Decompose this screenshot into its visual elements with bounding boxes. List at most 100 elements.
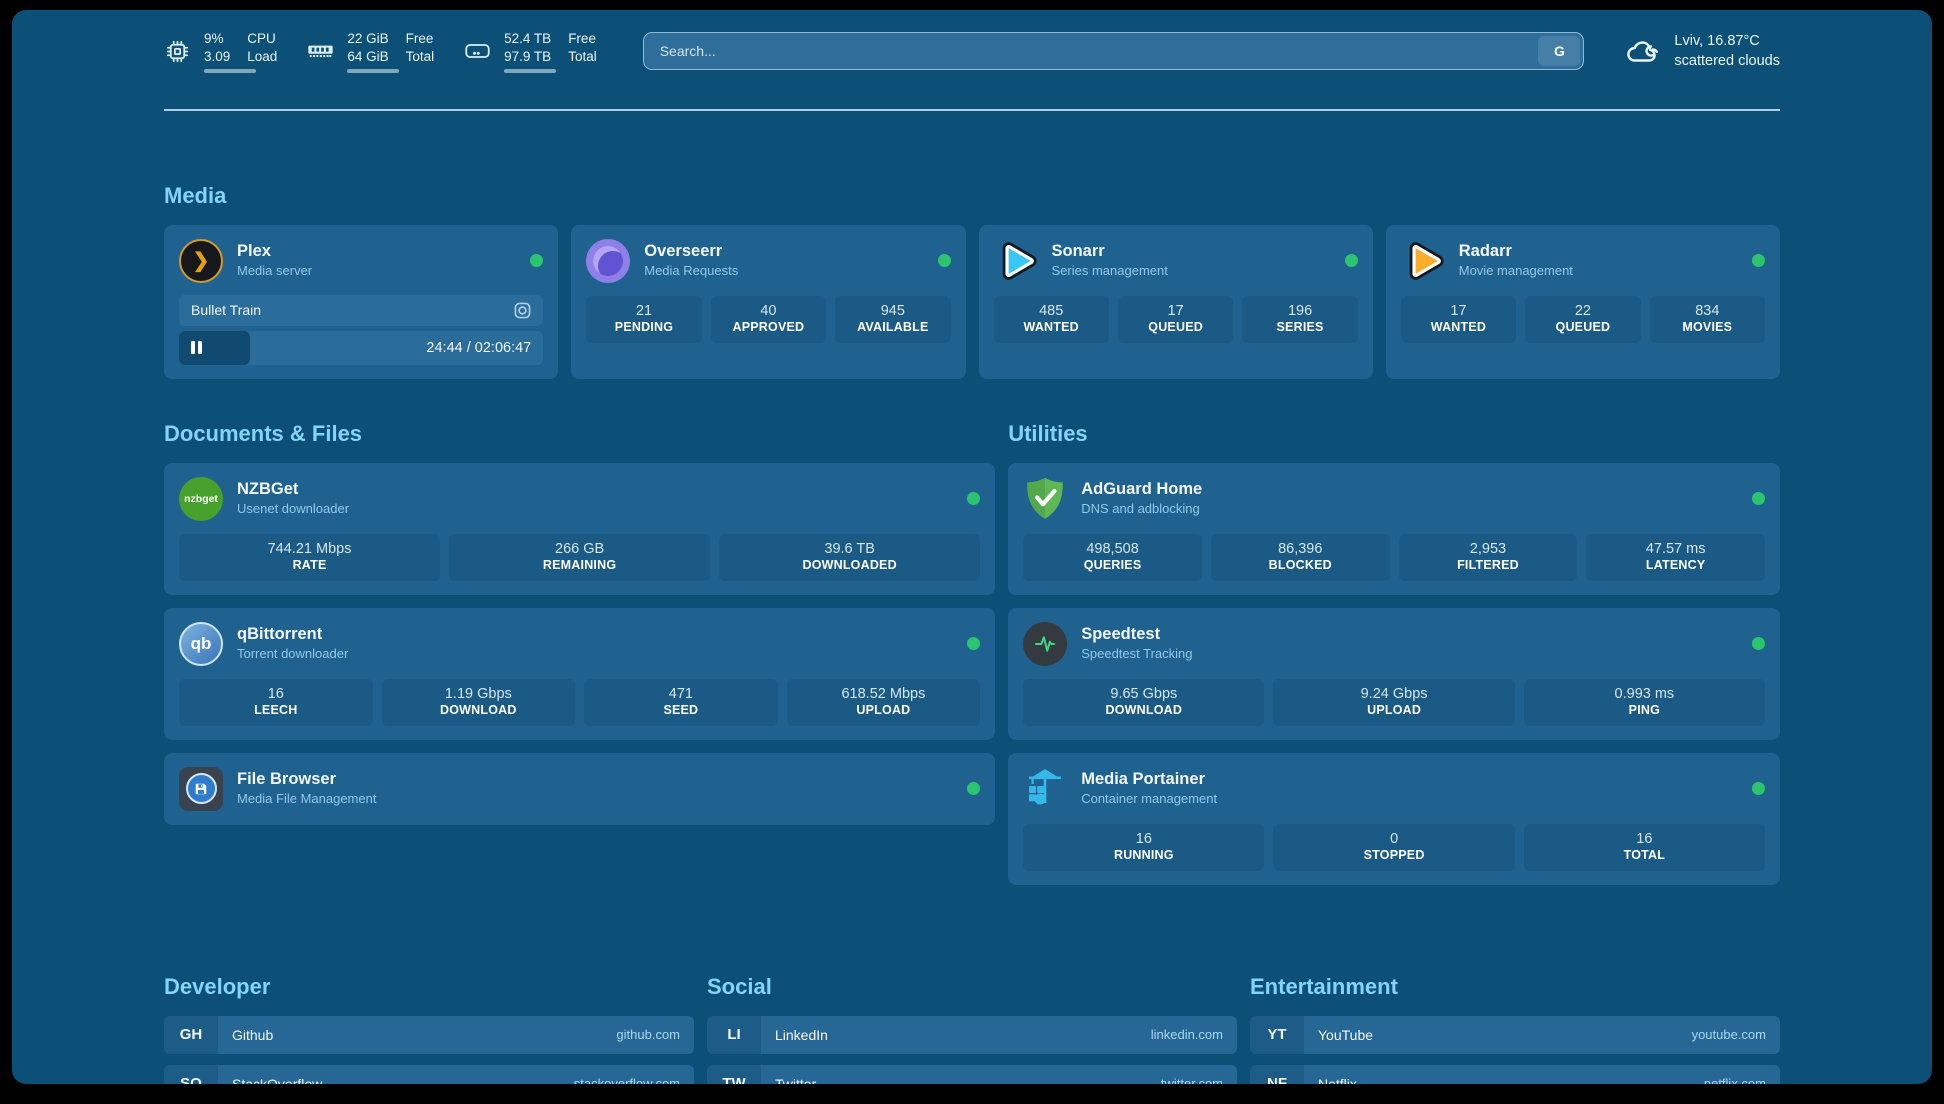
stat-block: 17 WANTED bbox=[1401, 296, 1516, 343]
bookmark-domain: twitter.com bbox=[1161, 1076, 1223, 1084]
search-engine-button[interactable]: G bbox=[1538, 36, 1580, 66]
disk-resource-stat: 52.4 TB 97.9 TB Free Total bbox=[464, 30, 597, 73]
cloud-icon bbox=[1624, 35, 1662, 67]
adguard-icon bbox=[1023, 477, 1067, 521]
overseerr-card[interactable]: Overseerr Media Requests 21 PENDING 40 A… bbox=[571, 225, 965, 379]
sonarr-card[interactable]: Sonarr Series management 485 WANTED 17 Q… bbox=[979, 225, 1373, 379]
app-title: NZBGet bbox=[237, 479, 349, 500]
plex-now-playing: Bullet Train 24:44 / 02:06:47 bbox=[179, 295, 543, 365]
stat-value: 471 bbox=[586, 686, 776, 702]
radarr-card[interactable]: Radarr Movie management 17 WANTED 22 QUE… bbox=[1386, 225, 1780, 379]
stat-label: UPLOAD bbox=[789, 703, 979, 717]
bookmark-abbr: SO bbox=[164, 1065, 218, 1084]
bookmark-abbr: GH bbox=[164, 1016, 218, 1054]
bookmark-twitter[interactable]: TW Twitter twitter.com bbox=[707, 1065, 1237, 1084]
stat-block: 834 MOVIES bbox=[1650, 296, 1765, 343]
nzbget-card[interactable]: nzbget NZBGet Usenet downloader 744.21 M… bbox=[164, 463, 995, 595]
overseerr-icon bbox=[586, 239, 630, 283]
stat-block: 17 QUEUED bbox=[1118, 296, 1233, 343]
stat-label: UPLOAD bbox=[1275, 703, 1512, 717]
adguard-card[interactable]: AdGuard Home DNS and adblocking 498,508 … bbox=[1008, 463, 1780, 595]
stat-value: 16 bbox=[1025, 831, 1262, 847]
plex-card[interactable]: ❯ Plex Media server Bullet Train bbox=[164, 225, 558, 379]
developer-section-title: Developer bbox=[164, 974, 694, 1000]
cpu-icon bbox=[164, 38, 191, 65]
status-dot bbox=[1345, 254, 1358, 267]
app-title: Sonarr bbox=[1052, 241, 1168, 262]
bookmark-name: YouTube bbox=[1318, 1027, 1373, 1043]
stat-label: QUEUED bbox=[1120, 320, 1231, 334]
stat-value: 2,953 bbox=[1401, 541, 1576, 557]
stat-block: 16 RUNNING bbox=[1023, 824, 1264, 871]
memory-icon bbox=[307, 38, 334, 65]
stat-value: 266 GB bbox=[451, 541, 708, 557]
stat-label: TOTAL bbox=[1526, 848, 1763, 862]
playback-time: 24:44 / 02:06:47 bbox=[426, 340, 531, 356]
disk-total-value: 97.9 TB bbox=[504, 48, 551, 66]
stat-value: 485 bbox=[996, 303, 1107, 319]
stat-block: 39.6 TB DOWNLOADED bbox=[719, 534, 980, 581]
radarr-icon bbox=[1401, 239, 1445, 283]
disk-icon bbox=[464, 38, 491, 65]
stat-label: STOPPED bbox=[1275, 848, 1512, 862]
cpu-usage-bar bbox=[204, 69, 256, 73]
social-section-title: Social bbox=[707, 974, 1237, 1000]
disk-free-value: 52.4 TB bbox=[504, 30, 551, 48]
app-description: Series management bbox=[1052, 263, 1168, 280]
stat-value: 196 bbox=[1244, 303, 1355, 319]
topbar-divider bbox=[164, 109, 1780, 111]
filebrowser-card[interactable]: File Browser Media File Management bbox=[164, 753, 995, 825]
portainer-card[interactable]: Media Portainer Container management 16 … bbox=[1008, 753, 1780, 885]
media-section: Media ❯ Plex Media server Bullet Train bbox=[164, 183, 1780, 379]
disk-free-label: Free bbox=[568, 30, 597, 48]
memory-total-value: 64 GiB bbox=[347, 48, 388, 66]
speedtest-icon bbox=[1023, 622, 1067, 666]
stat-block: 86,396 BLOCKED bbox=[1211, 534, 1390, 581]
stat-block: 471 SEED bbox=[584, 679, 778, 726]
bookmark-domain: stackoverflow.com bbox=[574, 1076, 680, 1084]
bookmark-github[interactable]: GH Github github.com bbox=[164, 1016, 694, 1054]
search-input[interactable] bbox=[643, 32, 1585, 70]
dashboard-page: 9% 3.09 CPU Load bbox=[12, 10, 1932, 1084]
cpu-resource-stat: 9% 3.09 CPU Load bbox=[164, 30, 277, 73]
stat-label: PING bbox=[1526, 703, 1763, 717]
stat-value: 9.24 Gbps bbox=[1275, 686, 1512, 702]
stat-label: RATE bbox=[181, 558, 438, 572]
stat-value: 1.19 Gbps bbox=[384, 686, 574, 702]
status-dot bbox=[967, 492, 980, 505]
stat-label: LEECH bbox=[181, 703, 371, 717]
entertainment-section-title: Entertainment bbox=[1250, 974, 1780, 1000]
sonarr-icon bbox=[994, 239, 1038, 283]
weather-condition: scattered clouds bbox=[1674, 51, 1780, 71]
stat-block: 196 SERIES bbox=[1242, 296, 1357, 343]
bookmark-netflix[interactable]: NF Netflix netflix.com bbox=[1250, 1065, 1780, 1084]
app-title: Radarr bbox=[1459, 241, 1573, 262]
stat-value: 39.6 TB bbox=[721, 541, 978, 557]
cpu-load-value: 3.09 bbox=[204, 48, 230, 66]
bookmark-name: Twitter bbox=[775, 1076, 816, 1084]
app-title: AdGuard Home bbox=[1081, 479, 1202, 500]
cpu-usage-value: 9% bbox=[204, 30, 230, 48]
stat-value: 17 bbox=[1120, 303, 1231, 319]
app-description: DNS and adblocking bbox=[1081, 501, 1202, 518]
stat-block: 9.65 Gbps DOWNLOAD bbox=[1023, 679, 1264, 726]
stat-label: DOWNLOAD bbox=[384, 703, 574, 717]
bookmark-linkedin[interactable]: LI LinkedIn linkedin.com bbox=[707, 1016, 1237, 1054]
speedtest-card[interactable]: Speedtest Speedtest Tracking 9.65 Gbps D… bbox=[1008, 608, 1780, 740]
bookmark-stackoverflow[interactable]: SO StackOverflow stackoverflow.com bbox=[164, 1065, 694, 1084]
stat-label: PENDING bbox=[588, 320, 699, 334]
now-playing-title: Bullet Train bbox=[191, 302, 261, 318]
stat-block: 744.21 Mbps RATE bbox=[179, 534, 440, 581]
stat-block: 498,508 QUERIES bbox=[1023, 534, 1202, 581]
utilities-section-title: Utilities bbox=[1008, 421, 1780, 447]
stat-label: QUERIES bbox=[1025, 558, 1200, 572]
stat-value: 40 bbox=[713, 303, 824, 319]
bookmark-youtube[interactable]: YT YouTube youtube.com bbox=[1250, 1016, 1780, 1054]
session-icon bbox=[514, 302, 531, 319]
memory-resource-stat: 22 GiB 64 GiB Free Total bbox=[307, 30, 434, 73]
app-description: Media File Management bbox=[237, 791, 376, 808]
stat-label: WANTED bbox=[1403, 320, 1514, 334]
qbittorrent-card[interactable]: qb qBittorrent Torrent downloader 16 LEE… bbox=[164, 608, 995, 740]
status-dot bbox=[1752, 492, 1765, 505]
status-dot bbox=[530, 254, 543, 267]
